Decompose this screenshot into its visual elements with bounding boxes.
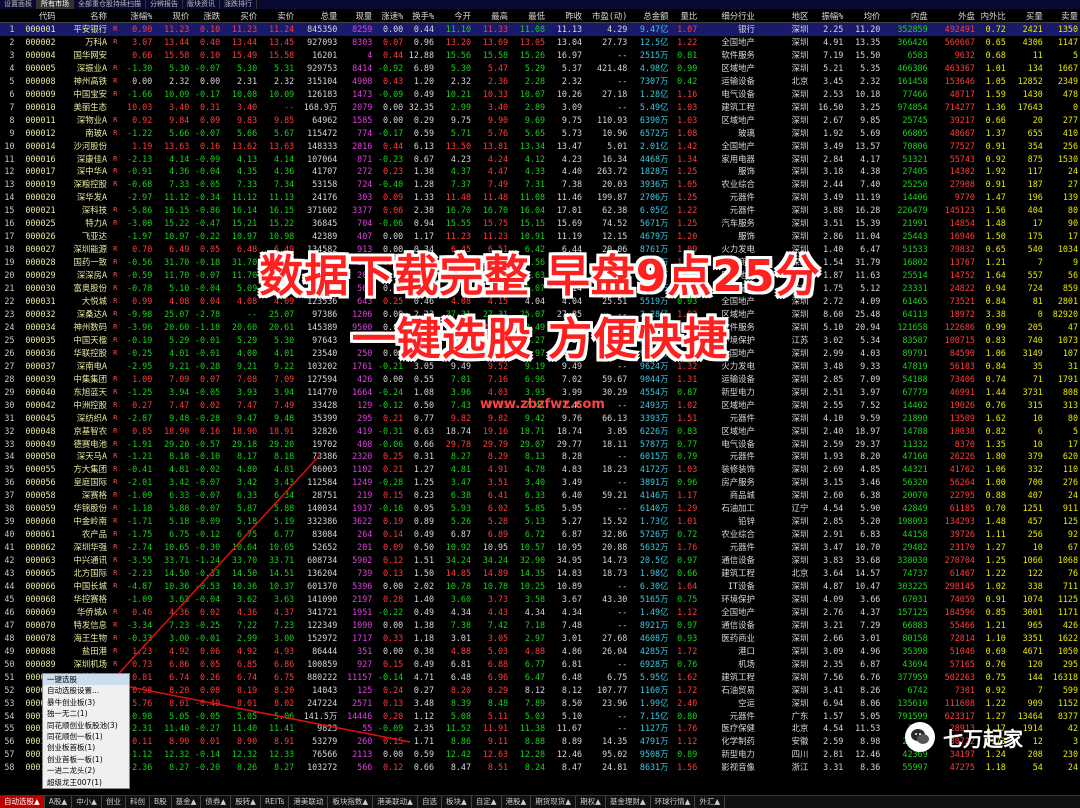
context-menu-item[interactable]: 一进二龙头(2) — [43, 765, 129, 776]
bottom-tab[interactable]: 基金理财▲ — [606, 796, 651, 808]
context-menu-item[interactable]: 一键选股 — [43, 674, 129, 686]
bottom-tab[interactable]: 债券▲ — [201, 796, 232, 808]
bottom-tab[interactable]: 外汇▲ — [695, 796, 726, 808]
bottom-tab[interactable]: 自选 — [418, 796, 442, 808]
brand-badge: 七万起家 — [905, 722, 1023, 752]
promo-headline: 数据下载完整 早盘9点25分 — [259, 251, 821, 302]
bottom-tab[interactable]: 港股▲ — [502, 796, 532, 808]
wechat-icon — [905, 722, 935, 752]
bottom-tab[interactable]: 自定▲ — [472, 796, 502, 808]
context-menu-item[interactable]: 同花顺创一板(1) — [43, 731, 129, 742]
context-menu-item[interactable]: 独一无二(1) — [43, 708, 129, 719]
context-menu-item[interactable]: 同花顺创业板股池(3) — [43, 720, 129, 731]
bottom-tab[interactable]: 自动选股▲ — [0, 796, 45, 808]
promo-subheadline: 一键选股 方便快捷 — [351, 314, 729, 365]
bottom-tab[interactable]: 板块指数▲ — [328, 796, 374, 808]
context-menu-item[interactable]: 自动选股设置... — [43, 685, 129, 696]
bottom-tab[interactable]: B股 — [150, 796, 172, 808]
bottom-tab[interactable]: REITs — [261, 796, 290, 808]
watermark: www.zbzfwz.com — [480, 397, 605, 412]
bottom-tab[interactable]: 期权▲ — [576, 796, 606, 808]
context-menu-item[interactable]: 超级龙王007(1) — [43, 777, 129, 788]
bottom-tab[interactable]: 板块▲ — [442, 796, 472, 808]
bottom-tab[interactable]: 环球行情▲ — [651, 796, 696, 808]
context-menu: 一键选股 自动选股设置... 暴牛创业板(3) 独一无二(1) 同花顺创业板股池(3) 同… — [42, 673, 130, 789]
bottom-tab[interactable]: 港美联动 — [289, 796, 329, 808]
bottom-tab[interactable]: 港美联动▲ — [373, 796, 418, 808]
context-menu-item[interactable]: 创业首板一板(1) — [43, 754, 129, 765]
context-menu-item[interactable]: 创业板首板(1) — [43, 742, 129, 753]
bottom-tab[interactable]: 科创 — [126, 796, 150, 808]
bottom-tab[interactable]: A股▲ — [45, 796, 73, 808]
brand-name: 七万起家 — [943, 726, 1023, 751]
bottom-tab[interactable]: 期货现货▲ — [531, 796, 577, 808]
bottom-tab[interactable]: 创业 — [102, 796, 126, 808]
bottom-tab-bar: 自动选股▲ A股▲ 中小▲ 创业 科创 B股 基金▲ 债券▲ 股转▲ REITs 港美联动 板块指数▲… — [0, 795, 1080, 808]
bottom-tab[interactable]: 股转▲ — [231, 796, 261, 808]
context-menu-item[interactable]: 暴牛创业板(3) — [43, 697, 129, 708]
bottom-tab[interactable]: 基金▲ — [172, 796, 202, 808]
bottom-tab[interactable]: 中小▲ — [72, 796, 102, 808]
